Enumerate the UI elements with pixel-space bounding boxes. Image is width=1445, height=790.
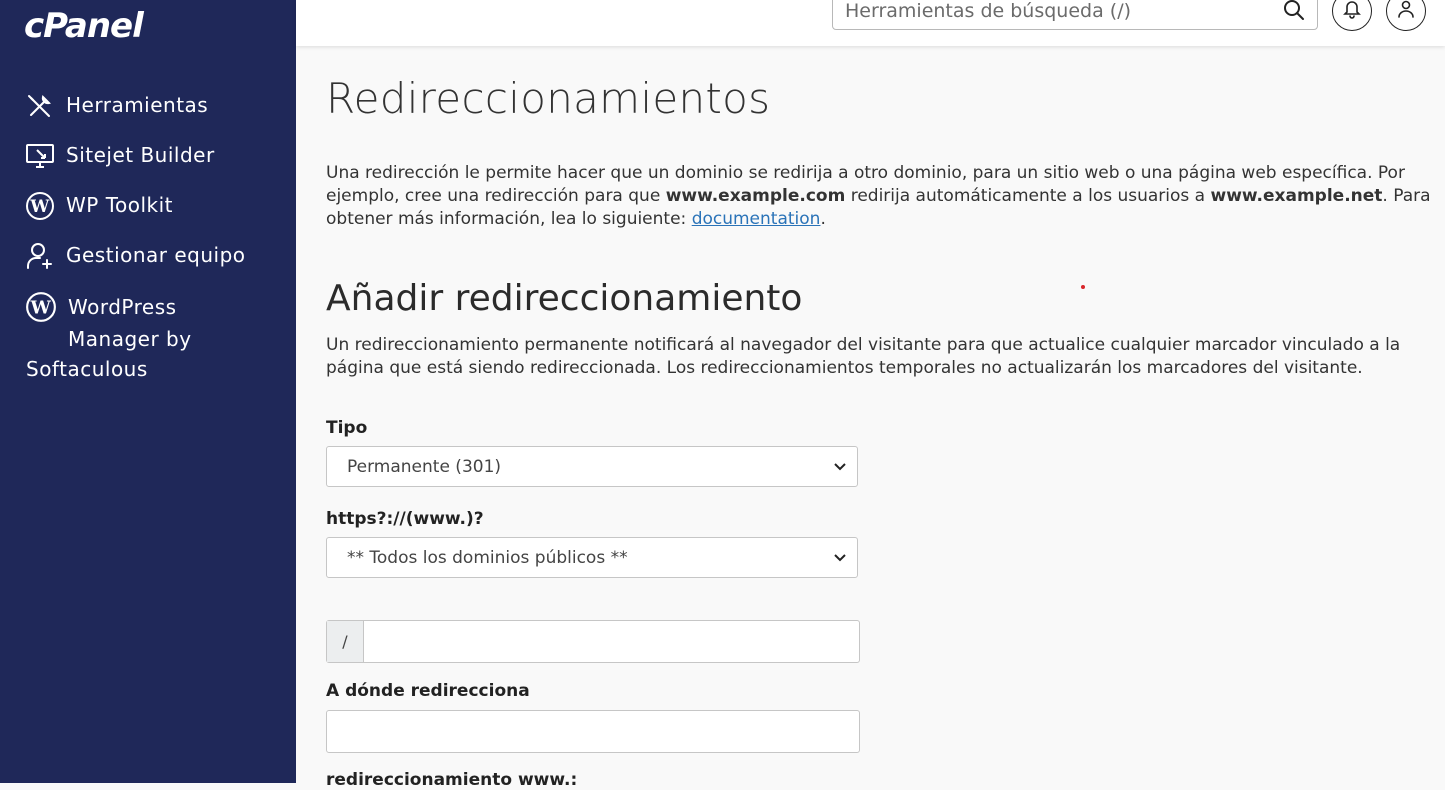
type-select-value: Permanente (301)	[347, 456, 502, 477]
example-domain-from: www.example.com	[665, 186, 846, 206]
monitor-icon	[24, 140, 56, 172]
notifications-button[interactable]	[1332, 0, 1372, 31]
bell-icon	[1342, 0, 1362, 23]
sidebar-item-sitejet[interactable]: Sitejet Builder	[24, 140, 215, 172]
topbar	[296, 0, 1445, 46]
page-title: Redireccionamientos	[326, 74, 771, 123]
path-input[interactable]	[364, 621, 859, 662]
intro-text-part: .	[820, 209, 826, 229]
sidebar-item-wordpress-manager[interactable]: W WordPress Manager by Softaculous	[24, 290, 284, 384]
domain-select[interactable]: ** Todos los dominios públicos **	[326, 537, 858, 578]
marker-dot	[1081, 285, 1085, 289]
sidebar-item-label: Sitejet Builder	[66, 143, 215, 167]
domain-select-value: ** Todos los dominios públicos **	[347, 547, 628, 568]
user-menu-button[interactable]	[1386, 0, 1426, 31]
svg-text:W: W	[29, 197, 50, 217]
svg-text:W: W	[30, 297, 52, 318]
search-input[interactable]	[843, 0, 1283, 27]
sidebar-item-label: Manager by	[68, 327, 192, 351]
intro-text-part: redirija automáticamente a los usuarios …	[845, 186, 1211, 206]
sidebar-item-label: Herramientas	[66, 93, 209, 117]
sidebar-item-herramientas[interactable]: Herramientas	[24, 90, 208, 122]
tools-icon	[24, 90, 56, 122]
search-icon[interactable]	[1283, 0, 1307, 23]
search-box[interactable]	[832, 0, 1318, 30]
documentation-link[interactable]: documentation	[692, 209, 821, 229]
cpanel-logo[interactable]: cPanel	[24, 6, 144, 46]
target-url-input[interactable]	[326, 710, 860, 753]
intro-text: Una redirección le permite hacer que un …	[326, 162, 1436, 231]
domain-label: https?://(www.)?	[326, 509, 484, 529]
user-icon	[1396, 0, 1416, 23]
type-select[interactable]: Permanente (301)	[326, 446, 858, 487]
target-label: A dónde redirecciona	[326, 681, 530, 701]
type-label: Tipo	[326, 418, 368, 438]
wordpress-icon: W	[24, 190, 56, 222]
example-domain-to: www.example.net	[1210, 186, 1383, 206]
sidebar-item-label: Gestionar equipo	[66, 243, 246, 267]
sidebar-item-label: WP Toolkit	[66, 193, 174, 217]
sidebar-item-gestionar-equipo[interactable]: Gestionar equipo	[24, 240, 246, 272]
www-redirect-label: redireccionamiento www.:	[326, 770, 578, 790]
sidebar-item-label: WordPress	[68, 295, 177, 319]
chevron-down-icon	[833, 457, 847, 477]
sidebar-item-wp-toolkit[interactable]: W WP Toolkit	[24, 190, 173, 222]
section-description: Un redireccionamiento permanente notific…	[326, 335, 1401, 378]
path-input-group: /	[326, 620, 860, 663]
user-add-icon	[24, 240, 56, 272]
chevron-down-icon	[833, 548, 847, 568]
sidebar-item-label: Softaculous	[26, 357, 148, 381]
path-prefix: /	[327, 621, 364, 662]
wordpress-icon: W	[24, 290, 58, 324]
section-title: Añadir redireccionamiento	[326, 278, 803, 319]
sidebar: cPanel Herramientas Sitejet Builder W WP…	[0, 0, 296, 783]
